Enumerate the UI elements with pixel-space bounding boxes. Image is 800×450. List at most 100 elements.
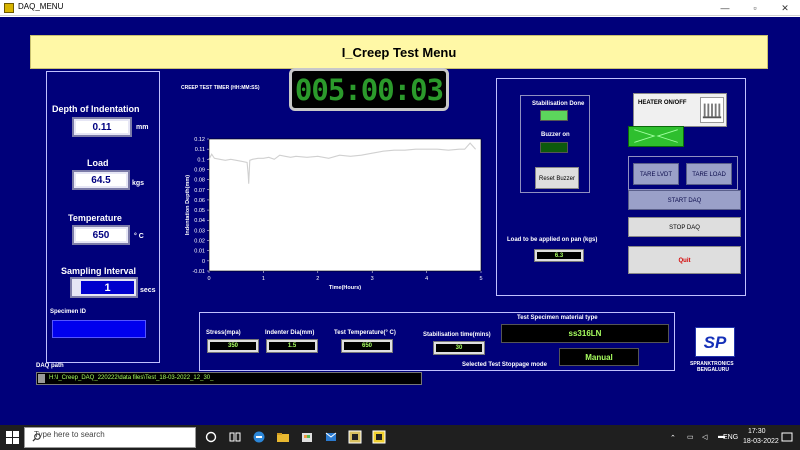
temperature-unit: ° C [134,233,144,240]
x-axis-label: Time(Hours) [329,285,361,291]
volume-icon[interactable]: ◁ [702,433,707,441]
company-city: BENGALURU [697,367,729,373]
edge-icon[interactable] [252,430,266,444]
y-tick-label: 0.02 [194,239,205,245]
labview-app-icon[interactable] [348,430,362,444]
file-explorer-icon[interactable] [276,430,290,444]
network-icon[interactable]: ▭ [687,433,694,441]
reset-buzzer-button[interactable]: Reset Buzzer [535,167,579,189]
depth-value: 0.11 [76,121,128,133]
temperature-label: Temperature [68,213,122,223]
test-temperature-label: Test Temperature(° C) [334,330,396,336]
test-temperature-indicator: 650 [341,339,393,353]
stoppage-mode-value: Manual [559,348,639,366]
y-tick-label: 0.11 [195,147,205,153]
y-tick-label: 0.03 [194,228,205,234]
test-temperature-value: 650 [344,342,390,350]
y-tick-label: 0.06 [194,198,205,204]
y-axis-label: Indentation Depth(mm) [185,175,191,235]
depth-unit: mm [136,124,149,131]
y-tick-label: 0.08 [194,178,205,184]
clock-time[interactable]: 17:30 [748,428,766,435]
y-tick-label: 0.12 [194,137,205,143]
stabilisation-time-indicator: 30 [433,341,485,355]
y-tick-label: -0.01 [192,269,205,275]
store-icon[interactable] [300,430,314,444]
x-tick-label: 4 [425,276,428,282]
load-label: Load [87,158,109,168]
y-tick-label: 0.01 [194,249,205,255]
heater-on-indicator [628,126,684,147]
task-view-icon[interactable] [228,430,242,444]
stress-indicator: 350 [207,339,259,353]
load-unit: kgs [132,180,145,187]
language-indicator[interactable]: ENG [723,434,738,441]
stoppage-mode-label: Selected Test Stoppage mode [462,362,547,368]
company-logo: SP [695,327,735,357]
y-tick-label: 0.05 [194,208,205,214]
x-tick-label: 5 [479,276,482,282]
indentation-chart: 0.12 0.11 0.1 0.09 0.08 0.07 0.06 0.05 0.04 0.03 0… [185,137,483,291]
load-on-pan-indicator: 6.3 [534,249,584,262]
start-daq-button[interactable]: START DAQ [628,190,741,210]
load-on-pan-value: 6.3 [537,252,581,259]
daq-path-value: H:\I_Creep_DAQ_220222\data files\Test_18… [49,375,214,381]
indenter-dia-value: 1.5 [269,342,315,350]
sampling-unit: secs [140,287,156,294]
stop-daq-button[interactable]: STOP DAQ [628,217,741,237]
daq-path-field[interactable]: H:\I_Creep_DAQ_220222\data files\Test_18… [36,372,422,385]
quit-button[interactable]: Quit [628,246,741,274]
y-tick-label: 0.07 [194,188,205,194]
search-placeholder: Type here to search [34,430,105,439]
main-panel: I_Creep Test Menu Depth of Indentation 0… [0,17,800,425]
sampling-input[interactable]: 1 [70,277,138,298]
x-tick-label: 1 [262,276,265,282]
notification-icon[interactable] [780,430,794,444]
buzzer-label: Buzzer on [541,132,570,138]
timer-digits: 005:00:03 [294,73,444,107]
x-tick-label: 0 [207,276,210,282]
heater-toggle[interactable]: HEATER ON/OFF [633,93,727,127]
tare-load-button[interactable]: TARE LOAD [686,163,732,185]
temperature-value: 650 [76,229,126,241]
windows-start-icon[interactable] [6,431,19,444]
sampling-label: Sampling Interval [61,266,137,276]
window-title: DAQ_MENU [18,2,64,11]
specimen-id-input[interactable] [52,320,146,338]
taskbar: Type here to search ⌃ ▭ ◁ ▬ ENG 17:30 18… [0,425,800,450]
heater-label: HEATER ON/OFF [638,100,687,106]
tare-lvdt-button[interactable]: TARE LVDT [633,163,679,185]
heater-icon [700,97,724,123]
y-tick-label: 0.04 [194,218,205,224]
minimize-button[interactable]: — [710,0,740,16]
page-title: I_Creep Test Menu [30,35,768,69]
plot-area [208,138,482,272]
load-on-pan-label: Load to be applied on pan (kgs) [507,237,598,243]
load-value: 64.5 [76,174,126,186]
y-tick-label: 0.09 [194,167,205,173]
indenter-dia-label: Indenter Dia(mm) [265,330,315,336]
cortana-icon[interactable] [204,430,218,444]
specimen-id-label: Specimen ID [50,309,87,315]
tray-chevron-icon[interactable]: ⌃ [670,434,676,442]
stabilisation-time-value: 30 [436,344,482,352]
close-button[interactable]: ✕ [770,0,800,16]
y-tick-label: 0.1 [197,157,205,163]
stress-label: Stress(mpa) [206,330,241,336]
creep-test-timer: 005:00:03 [289,68,449,111]
clock-date[interactable]: 18-03-2022 [743,438,779,445]
window-titlebar: DAQ_MENU — ▫ ✕ [0,0,800,16]
stress-value: 350 [210,342,256,350]
material-type-value: ss316LN [501,324,669,343]
load-indicator: 64.5 [72,170,130,190]
x-tick-label: 3 [371,276,374,282]
x-tick-label: 2 [316,276,319,282]
depth-indicator: 0.11 [72,117,132,137]
indenter-dia-indicator: 1.5 [266,339,318,353]
path-browse-icon[interactable] [38,374,45,383]
timer-label: CREEP TEST TIMER (HH:MM:SS) [181,85,260,91]
daq-app-icon[interactable] [372,430,386,444]
restore-button[interactable]: ▫ [740,0,770,16]
stabilisation-label: Stabilisation Done [532,101,585,107]
mail-icon[interactable] [324,430,338,444]
